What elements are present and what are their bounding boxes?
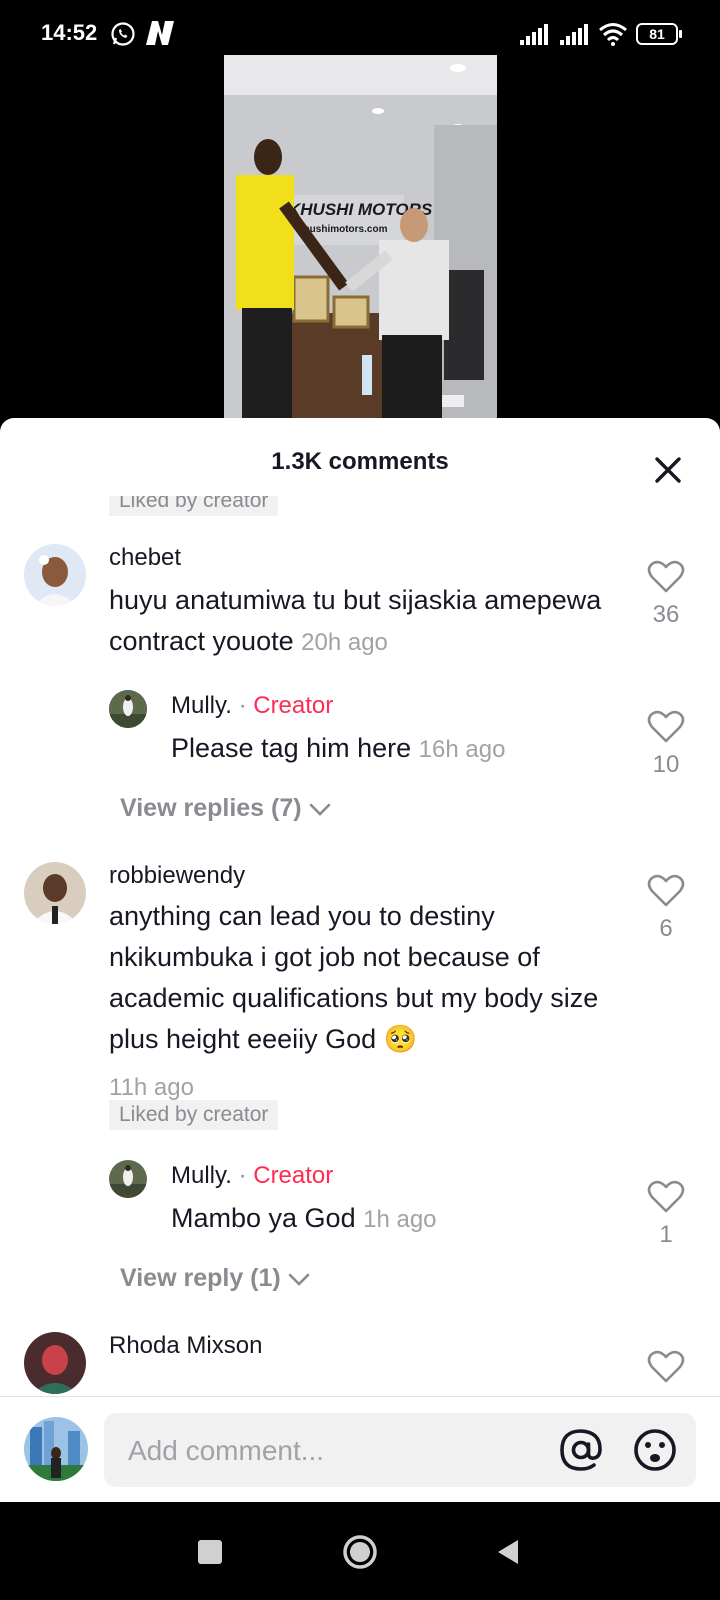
like-count: 1: [659, 1221, 673, 1248]
avatar[interactable]: [24, 1332, 86, 1394]
separator-dot: ·: [238, 692, 247, 719]
avatar-image: [24, 1332, 86, 1394]
comment-time: 20h ago: [301, 629, 388, 656]
liked-by-creator-badge: Liked by creator: [109, 496, 279, 516]
comments-sheet: 1.3K comments Liked by creator chebet hu…: [0, 418, 720, 1502]
n-app-icon: [146, 21, 174, 45]
comment-input-bar: [0, 1396, 720, 1502]
like-count: 36: [652, 601, 680, 628]
like-count: 6: [659, 915, 673, 942]
reply-text: Mambo ya God 1h ago: [171, 1198, 611, 1240]
comment-text: anything can lead you to destiny nkikumb…: [109, 896, 614, 1060]
recents-icon[interactable]: [198, 1540, 222, 1564]
avatar[interactable]: [24, 862, 86, 924]
reply-time: 1h ago: [363, 1206, 437, 1233]
like-button[interactable]: 36: [636, 560, 696, 629]
avatar-image: [24, 544, 86, 606]
reply-body: Please tag him here: [171, 733, 412, 763]
comment-body: anything can lead you to destiny nkikumb…: [109, 901, 599, 1054]
back-icon[interactable]: [494, 1538, 522, 1566]
avatar-image: [109, 690, 147, 728]
battery-icon: 81: [636, 23, 682, 45]
comments-list[interactable]: Liked by creator chebet huyu anatumiwa t…: [0, 496, 720, 1396]
reply-body: Mambo ya God: [171, 1203, 356, 1233]
whatsapp-icon: [111, 22, 135, 46]
view-replies-label: View replies (7): [120, 794, 302, 822]
creator-tag: Creator: [253, 1162, 334, 1189]
chevron-down-icon: [309, 803, 330, 816]
liked-by-creator-badge: Liked by creator: [109, 1100, 279, 1130]
comment-username[interactable]: chebet: [109, 544, 181, 572]
separator-dot: ·: [238, 1162, 247, 1189]
signal-icon: [560, 24, 588, 45]
view-replies-button[interactable]: View reply (1): [120, 1264, 311, 1293]
reply-text: Please tag him here 16h ago: [171, 728, 611, 770]
avatar-image: [24, 1417, 88, 1481]
chevron-down-icon: [288, 1273, 310, 1286]
view-replies-button[interactable]: View replies (7): [120, 794, 332, 823]
comment-username[interactable]: Rhoda Mixson: [109, 1332, 262, 1360]
comment-time: 11h ago: [109, 1074, 194, 1101]
heart-icon: [647, 1350, 685, 1383]
home-icon[interactable]: [342, 1534, 378, 1570]
heart-icon: [647, 1180, 685, 1213]
like-button[interactable]: 1: [636, 1180, 696, 1249]
heart-icon: [647, 710, 685, 743]
signal-icon: [520, 24, 548, 45]
avatar[interactable]: [24, 1417, 88, 1481]
comment-input-container: [104, 1413, 696, 1487]
avatar[interactable]: [109, 1160, 147, 1198]
reply-username[interactable]: Mully.: [171, 1162, 232, 1189]
video-thumbnail[interactable]: KHUSHI MOTORS khushimotors.com: [224, 55, 497, 420]
wifi-icon: [599, 23, 627, 46]
avatar-image: [109, 1160, 147, 1198]
comment-input[interactable]: [128, 1433, 528, 1469]
status-time: 14:52: [41, 20, 98, 45]
emoji-icon[interactable]: [632, 1427, 678, 1473]
comments-count-title: 1.3K comments: [271, 448, 449, 475]
reply-username[interactable]: Mully.: [171, 692, 232, 719]
reply-username-row: Mully. · Creator: [171, 1162, 333, 1190]
sheet-header: 1.3K comments: [0, 418, 720, 496]
view-replies-label: View reply (1): [120, 1264, 281, 1292]
system-nav-bar: [0, 1502, 720, 1600]
reply-time: 16h ago: [418, 736, 506, 763]
at-icon[interactable]: [558, 1427, 604, 1473]
creator-tag: Creator: [253, 692, 334, 719]
comment-text: huyu anatumiwa tu but sijaskia amepewa c…: [109, 580, 609, 663]
like-button[interactable]: 10: [636, 710, 696, 779]
reply-username-row: Mully. · Creator: [171, 692, 333, 720]
like-button[interactable]: 6: [636, 874, 696, 943]
avatar[interactable]: [24, 544, 86, 606]
comment-username[interactable]: robbiewendy: [109, 862, 245, 890]
heart-icon: [647, 560, 685, 593]
like-button[interactable]: [636, 1350, 696, 1389]
video-frame: KHUSHI MOTORS khushimotors.com: [224, 55, 497, 420]
close-icon[interactable]: [648, 450, 688, 490]
avatar[interactable]: [109, 690, 147, 728]
heart-icon: [647, 874, 685, 907]
like-count: 10: [652, 751, 680, 778]
avatar-image: [24, 862, 86, 924]
